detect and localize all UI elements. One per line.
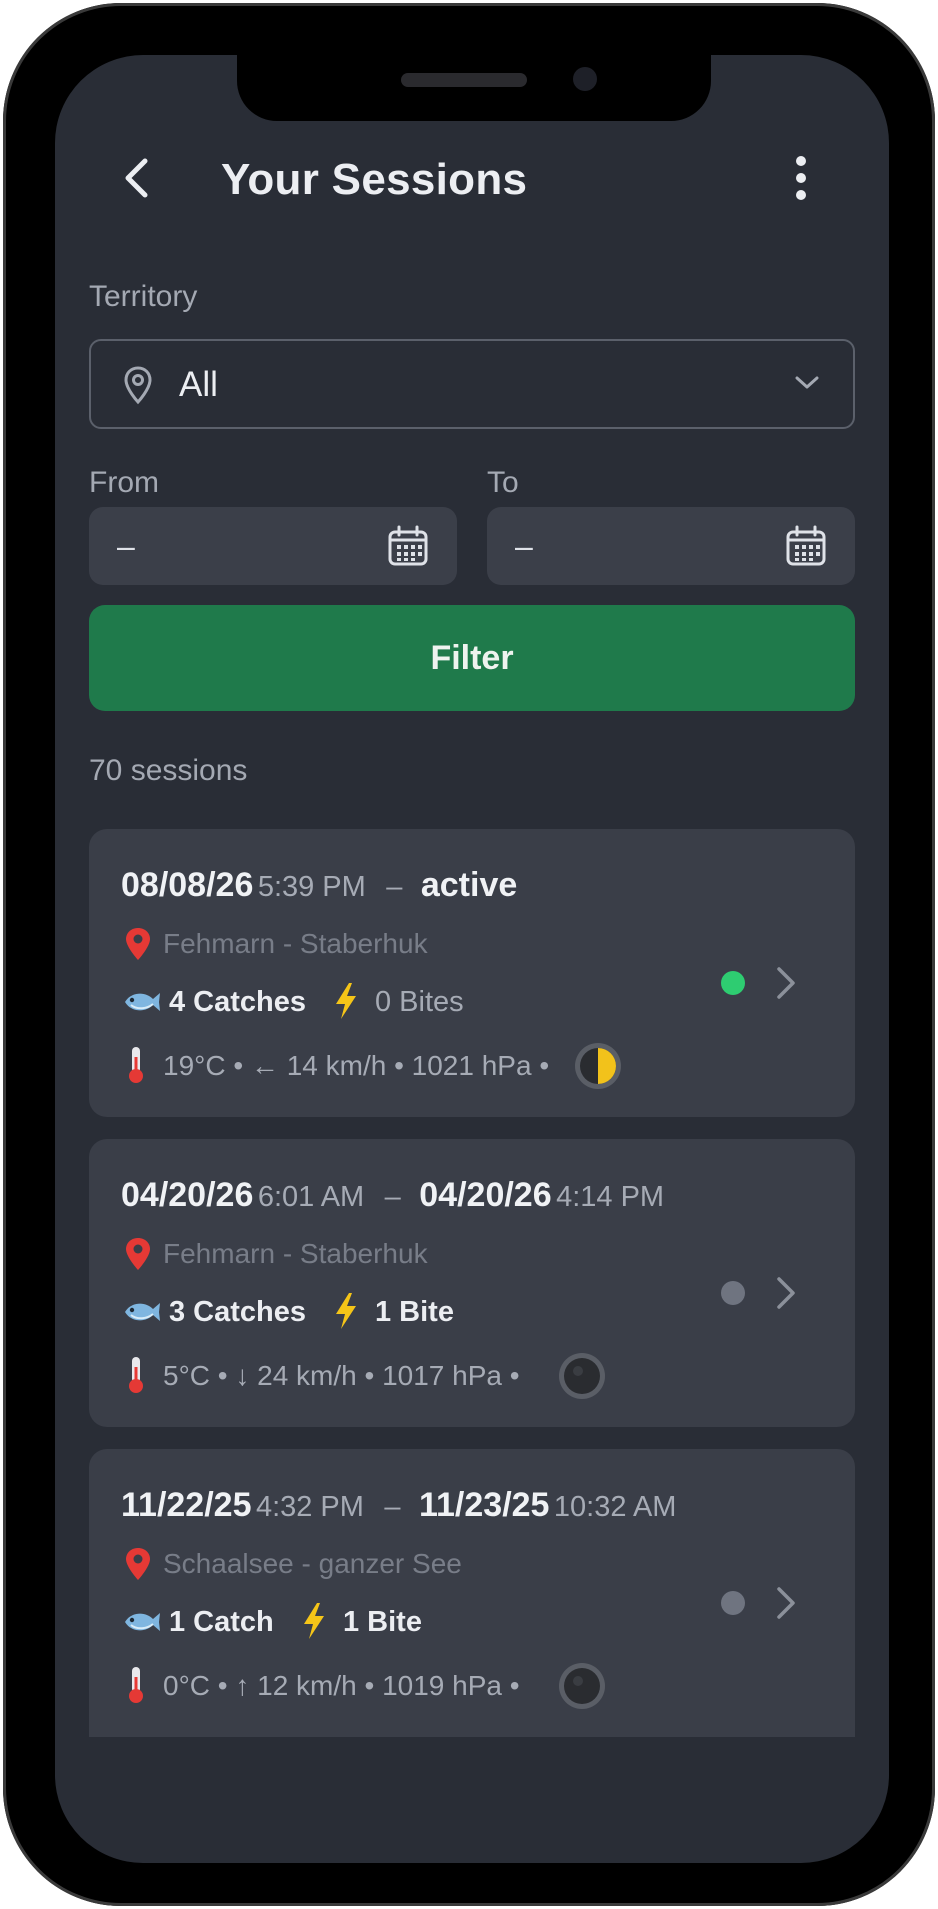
session-end-date: 04/20/26 <box>419 1176 552 1214</box>
session-catches: 1 Catch <box>169 1606 274 1638</box>
to-date-input[interactable]: – <box>487 507 855 585</box>
to-date-value: – <box>515 528 533 564</box>
filter-button[interactable]: Filter <box>89 605 855 711</box>
session-start-date: 08/08/26 <box>121 866 254 904</box>
lightning-icon <box>336 983 356 1019</box>
thermometer-icon <box>129 1047 143 1083</box>
fish-icon <box>125 1613 160 1631</box>
more-vertical-icon <box>796 156 806 200</box>
fish-icon <box>125 993 160 1011</box>
session-start-time: 5:39 PM <box>257 871 366 903</box>
session-end-date: 11/23/25 <box>418 1486 550 1524</box>
session-separator: – <box>384 1181 401 1213</box>
session-start-date: 11/22/25 <box>121 1486 252 1524</box>
session-bites: 1 Bite <box>343 1606 422 1638</box>
moon-first-quarter-icon <box>575 1043 621 1089</box>
from-date-value: – <box>117 528 135 564</box>
inactive-status-dot <box>721 1591 745 1615</box>
territory-label: Territory <box>89 280 198 313</box>
chevron-left-icon <box>125 158 148 198</box>
session-card[interactable]: 08/08/26 5:39 PM – active Fehmarn - Stab… <box>89 829 855 1117</box>
calendar-icon[interactable] <box>387 525 429 567</box>
territory-value: All <box>179 365 218 404</box>
fish-icon <box>125 1303 160 1321</box>
session-title: 11/22/25 4:32 PM – 11/23/25 10:32 AM <box>121 1485 676 1532</box>
session-bites: 0 Bites <box>375 986 464 1018</box>
session-active-label: active <box>420 866 518 904</box>
session-start-time: 6:01 AM <box>257 1181 365 1213</box>
lightning-icon <box>336 1293 356 1329</box>
from-date-input[interactable]: – <box>89 507 457 585</box>
chevron-down-icon <box>795 376 819 389</box>
session-location: Fehmarn - Staberhuk <box>163 928 428 959</box>
inactive-status-dot <box>721 1281 745 1305</box>
calendar-icon[interactable] <box>785 525 827 567</box>
moon-new-icon <box>559 1663 605 1709</box>
from-label: From <box>89 466 159 499</box>
session-separator: – <box>386 871 403 903</box>
session-weather: 0°C • ↑ 12 km/h • 1019 hPa • <box>163 1670 520 1701</box>
location-pin-icon <box>126 1548 150 1580</box>
thermometer-icon <box>129 1357 143 1393</box>
location-pin-icon <box>126 1238 150 1270</box>
session-weather: 5°C • ↓ 24 km/h • 1017 hPa • <box>163 1360 520 1391</box>
thermometer-icon <box>129 1667 143 1703</box>
session-location: Fehmarn - Staberhuk <box>163 1238 428 1269</box>
session-count: 70 sessions <box>89 754 248 787</box>
session-catches: 3 Catches <box>169 1296 307 1328</box>
camera-icon <box>573 67 597 91</box>
active-status-dot <box>721 971 745 995</box>
chevron-right-icon <box>777 967 795 999</box>
session-title: 08/08/26 5:39 PM – active <box>121 865 517 912</box>
session-start-date: 04/20/26 <box>121 1176 254 1214</box>
session-end-time: 4:14 PM <box>556 1181 665 1213</box>
location-pin-icon <box>126 928 150 960</box>
territory-dropdown[interactable]: All <box>89 339 855 429</box>
chevron-right-icon <box>777 1587 795 1619</box>
location-pin-icon <box>124 366 152 405</box>
to-label: To <box>487 466 519 499</box>
page-title: Your Sessions <box>221 155 528 204</box>
session-bites: 1 Bite <box>375 1296 454 1328</box>
speaker-grille <box>401 73 527 87</box>
session-card[interactable]: 11/22/25 4:32 PM – 11/23/25 10:32 AM Sch… <box>89 1449 855 1737</box>
app-screen: Your Sessions Territory All From To – – … <box>55 55 889 1863</box>
session-title: 04/20/26 6:01 AM – 04/20/26 4:14 PM <box>121 1175 664 1222</box>
session-weather: 19°C • ← 14 km/h • 1021 hPa • <box>163 1050 550 1081</box>
back-button[interactable] <box>113 147 161 209</box>
session-end-time: 10:32 AM <box>553 1491 677 1523</box>
session-start-time: 4:32 PM <box>255 1491 364 1523</box>
more-options-button[interactable] <box>781 147 821 209</box>
lightning-icon <box>304 1603 324 1639</box>
moon-new-icon <box>559 1353 605 1399</box>
chevron-right-icon <box>777 1277 795 1309</box>
session-card[interactable]: 04/20/26 6:01 AM – 04/20/26 4:14 PM Fehm… <box>89 1139 855 1427</box>
session-separator: – <box>384 1491 401 1523</box>
device-notch <box>237 55 711 121</box>
session-location: Schaalsee - ganzer See <box>163 1548 462 1579</box>
session-catches: 4 Catches <box>169 986 307 1018</box>
phone-frame: Your Sessions Territory All From To – – … <box>3 3 935 1906</box>
